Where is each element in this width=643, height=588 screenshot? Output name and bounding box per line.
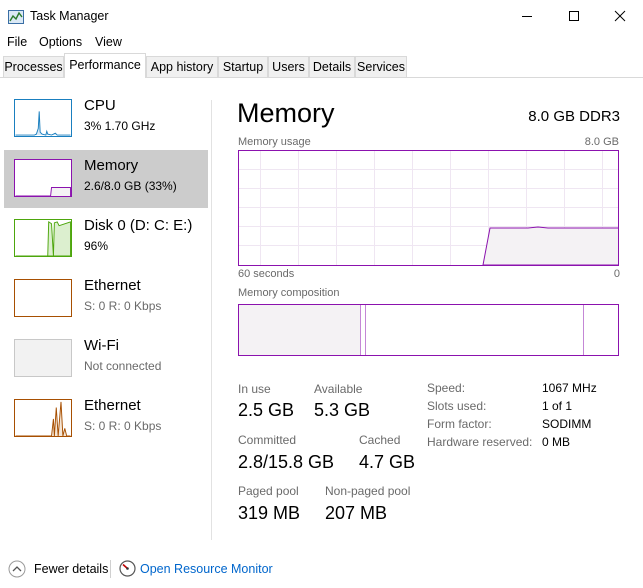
speed-value: 1067 MHz xyxy=(542,381,597,395)
sidebar-wifi-name: Wi-Fi xyxy=(84,337,119,354)
sidebar-item-wifi[interactable]: Wi-Fi Not connected xyxy=(4,330,208,388)
sidebar-divider xyxy=(211,100,212,540)
memory-usage-max: 8.0 GB xyxy=(584,136,619,148)
composition-in-use xyxy=(238,304,360,356)
tab-app-history[interactable]: App history xyxy=(146,56,218,77)
sidebar-item-ethernet-1[interactable]: Ethernet S: 0 R: 0 Kbps xyxy=(4,270,208,328)
ethernet-graph-thumbnail xyxy=(14,279,72,317)
available-value: 5.3 GB xyxy=(314,400,371,420)
tab-startup[interactable]: Startup xyxy=(218,56,268,77)
footer-divider xyxy=(110,560,111,578)
cached-label: Cached xyxy=(359,433,401,447)
minimize-button[interactable] xyxy=(504,0,550,32)
sidebar-cpu-name: CPU xyxy=(84,97,116,114)
sidebar-ethernet2-name: Ethernet xyxy=(84,397,141,414)
cpu-graph-thumbnail xyxy=(14,99,72,137)
close-icon xyxy=(614,10,626,22)
sidebar-memory-sub: 2.6/8.0 GB (33%) xyxy=(84,179,177,193)
chevron-up-icon[interactable] xyxy=(8,560,26,578)
close-button[interactable] xyxy=(597,0,643,32)
sidebar-wifi-sub: Not connected xyxy=(84,359,162,373)
maximize-button[interactable] xyxy=(551,0,597,32)
cached-value: 4.7 GB xyxy=(359,452,416,472)
sidebar-memory-name: Memory xyxy=(84,157,139,174)
committed-label: Committed xyxy=(238,433,297,447)
slots-used-value: 1 of 1 xyxy=(542,399,573,413)
sidebar-cpu-sub: 3% 1.70 GHz xyxy=(84,119,156,133)
disk-graph-thumbnail xyxy=(14,219,72,257)
paged-pool-value: 319 MB xyxy=(238,503,301,523)
wifi-graph-thumbnail xyxy=(14,339,72,377)
tab-services[interactable]: Services xyxy=(355,56,407,77)
sidebar-ethernet1-name: Ethernet xyxy=(84,277,141,294)
slots-used-label: Slots used: xyxy=(427,399,487,413)
memory-composition-label: Memory composition xyxy=(238,287,340,299)
non-paged-pool-label: Non-paged pool xyxy=(325,484,411,498)
tab-details[interactable]: Details xyxy=(309,56,355,77)
hardware-reserved-value: 0 MB xyxy=(542,435,571,449)
ethernet2-graph-thumbnail xyxy=(14,399,72,437)
time-axis-end: 0 xyxy=(613,268,620,280)
committed-value: 2.8/15.8 GB xyxy=(238,452,335,472)
menu-file[interactable]: File xyxy=(7,35,27,49)
menu-view[interactable]: View xyxy=(95,35,122,49)
menu-options[interactable]: Options xyxy=(39,35,82,49)
open-resource-monitor-link[interactable]: Open Resource Monitor xyxy=(140,562,273,576)
resource-monitor-icon xyxy=(119,560,136,577)
tab-processes[interactable]: Processes xyxy=(3,56,64,77)
sidebar-item-ethernet-2[interactable]: Ethernet S: 0 R: 0 Kbps xyxy=(4,390,208,448)
hardware-reserved-label: Hardware reserved: xyxy=(427,435,533,449)
in-use-value: 2.5 GB xyxy=(238,400,295,420)
sidebar-item-cpu[interactable]: CPU 3% 1.70 GHz xyxy=(4,90,208,148)
form-factor-label: Form factor: xyxy=(427,417,492,431)
fewer-details-link[interactable]: Fewer details xyxy=(34,562,108,576)
sidebar-ethernet2-sub: S: 0 R: 0 Kbps xyxy=(84,419,162,433)
page-title: Memory xyxy=(237,98,335,128)
form-factor-value: SODIMM xyxy=(542,417,592,431)
sidebar-item-disk[interactable]: Disk 0 (D: C: E:) 96% xyxy=(4,210,208,268)
memory-usage-area xyxy=(482,226,619,266)
paged-pool-label: Paged pool xyxy=(238,484,299,498)
minimize-icon xyxy=(522,16,532,17)
memory-composition-bar xyxy=(238,304,619,356)
sidebar-ethernet1-sub: S: 0 R: 0 Kbps xyxy=(84,299,162,313)
speed-label: Speed: xyxy=(427,381,466,395)
available-label: Available xyxy=(314,382,363,396)
window-title: Task Manager xyxy=(30,9,109,23)
memory-graph-thumbnail xyxy=(14,159,72,197)
sidebar-item-memory[interactable]: Memory 2.6/8.0 GB (33%) xyxy=(4,150,208,208)
task-manager-icon xyxy=(8,10,24,24)
memory-usage-label: Memory usage xyxy=(238,136,311,148)
memory-usage-graph xyxy=(238,150,619,266)
memory-spec: 8.0 GB DDR3 xyxy=(528,108,620,125)
tab-users[interactable]: Users xyxy=(268,56,309,77)
tab-performance[interactable]: Performance xyxy=(64,53,146,78)
in-use-label: In use xyxy=(238,382,271,396)
non-paged-pool-value: 207 MB xyxy=(325,503,388,523)
sidebar-disk-name: Disk 0 (D: C: E:) xyxy=(84,217,193,234)
sidebar-disk-sub: 96% xyxy=(84,239,109,253)
maximize-icon xyxy=(569,11,579,21)
time-axis-start: 60 seconds xyxy=(238,268,295,280)
